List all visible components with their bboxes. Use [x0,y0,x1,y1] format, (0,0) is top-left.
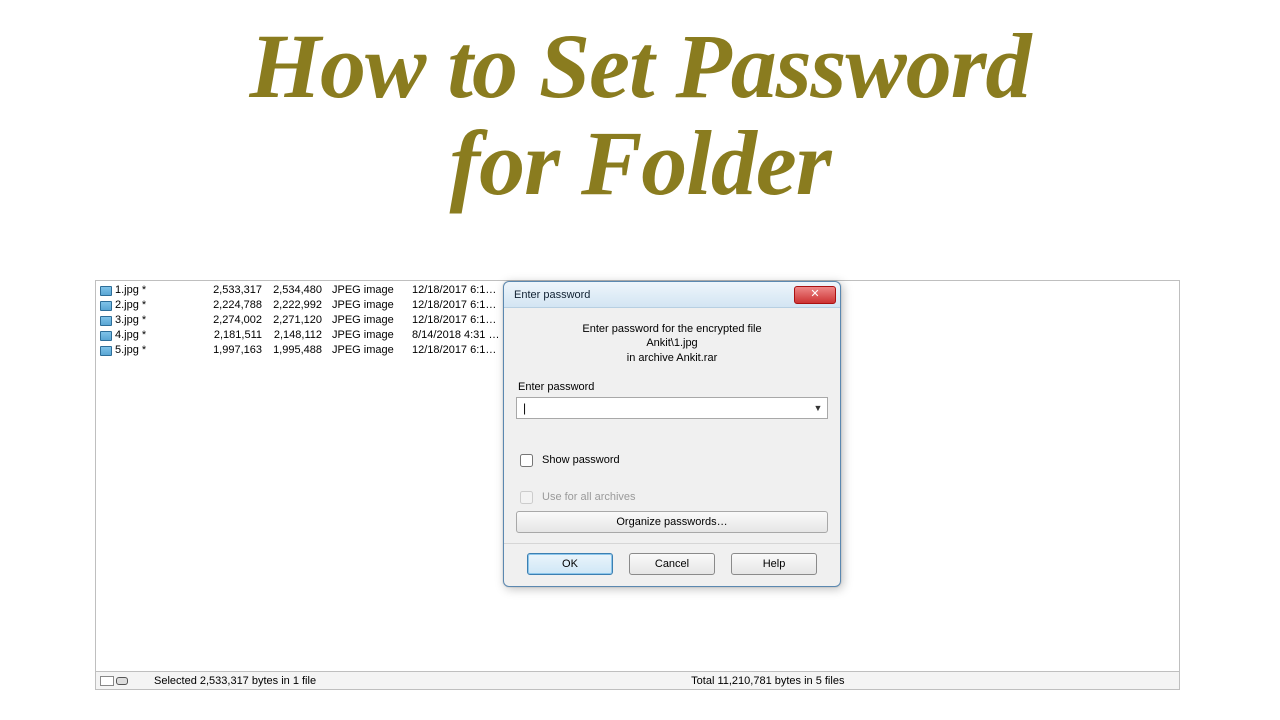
ok-button[interactable]: OK [527,553,613,575]
file-type: JPEG image [328,283,408,298]
use-for-all-box [520,491,533,504]
page-headline: How to Set Password for Folder [0,0,1280,217]
image-file-icon [100,301,112,311]
show-password-checkbox[interactable]: Show password [516,451,828,470]
file-modified: 12/18/2017 6:1… [408,283,498,298]
file-modified: 8/14/2018 4:31 … [408,328,498,343]
drive-icon [100,676,114,686]
enter-password-dialog: Enter password ✕ Enter password for the … [503,281,841,587]
image-file-icon [100,316,112,326]
use-for-all-checkbox: Use for all archives [516,488,828,507]
file-size: 2,181,511 [208,328,268,343]
organize-passwords-button[interactable]: Organize passwords… [516,511,828,533]
dialog-message: Enter password for the encrypted file An… [516,318,828,379]
file-name: 4.jpg * [115,328,146,343]
file-packed-size: 2,148,112 [268,328,328,343]
file-type: JPEG image [328,328,408,343]
dialog-footer: OK Cancel Help [504,543,840,586]
show-password-label: Show password [542,454,620,466]
file-size: 1,997,163 [208,343,268,358]
file-packed-size: 2,271,120 [268,313,328,328]
dialog-title: Enter password [514,289,794,301]
file-modified: 12/18/2017 6:1… [408,313,498,328]
file-name: 5.jpg * [115,343,146,358]
headline-line-2: for Folder [0,115,1280,212]
status-total: Total 11,210,781 bytes in 5 files [691,675,844,687]
password-input[interactable] [516,397,828,419]
dialog-message-line-2: Ankit\1.jpg [524,336,820,350]
file-packed-size: 2,222,992 [268,298,328,313]
headline-line-1: How to Set Password [0,18,1280,115]
status-bar-icons [96,676,128,686]
file-type: JPEG image [328,343,408,358]
use-for-all-label: Use for all archives [542,491,636,503]
password-label: Enter password [518,381,828,393]
lock-key-icon [116,677,128,685]
file-type: JPEG image [328,298,408,313]
close-button[interactable]: ✕ [794,286,836,304]
close-icon: ✕ [810,289,819,300]
cancel-button[interactable]: Cancel [629,553,715,575]
dialog-message-line-1: Enter password for the encrypted file [524,322,820,336]
file-name: 1.jpg * [115,283,146,298]
file-packed-size: 1,995,488 [268,343,328,358]
password-dropdown-button[interactable]: ▼ [810,399,826,417]
dialog-message-line-3: in archive Ankit.rar [524,351,820,365]
image-file-icon [100,286,112,296]
file-name: 2.jpg * [115,298,146,313]
image-file-icon [100,346,112,356]
file-size: 2,274,002 [208,313,268,328]
show-password-box[interactable] [520,454,533,467]
file-size: 2,224,788 [208,298,268,313]
file-type: JPEG image [328,313,408,328]
file-packed-size: 2,534,480 [268,283,328,298]
status-bar: Selected 2,533,317 bytes in 1 file Total… [96,671,1179,689]
file-modified: 12/18/2017 6:1… [408,343,498,358]
file-name: 3.jpg * [115,313,146,328]
file-size: 2,533,317 [208,283,268,298]
dialog-titlebar[interactable]: Enter password ✕ [504,282,840,308]
help-button[interactable]: Help [731,553,817,575]
status-selected: Selected 2,533,317 bytes in 1 file [128,675,691,687]
file-modified: 12/18/2017 6:1… [408,298,498,313]
chevron-down-icon: ▼ [814,403,823,413]
image-file-icon [100,331,112,341]
